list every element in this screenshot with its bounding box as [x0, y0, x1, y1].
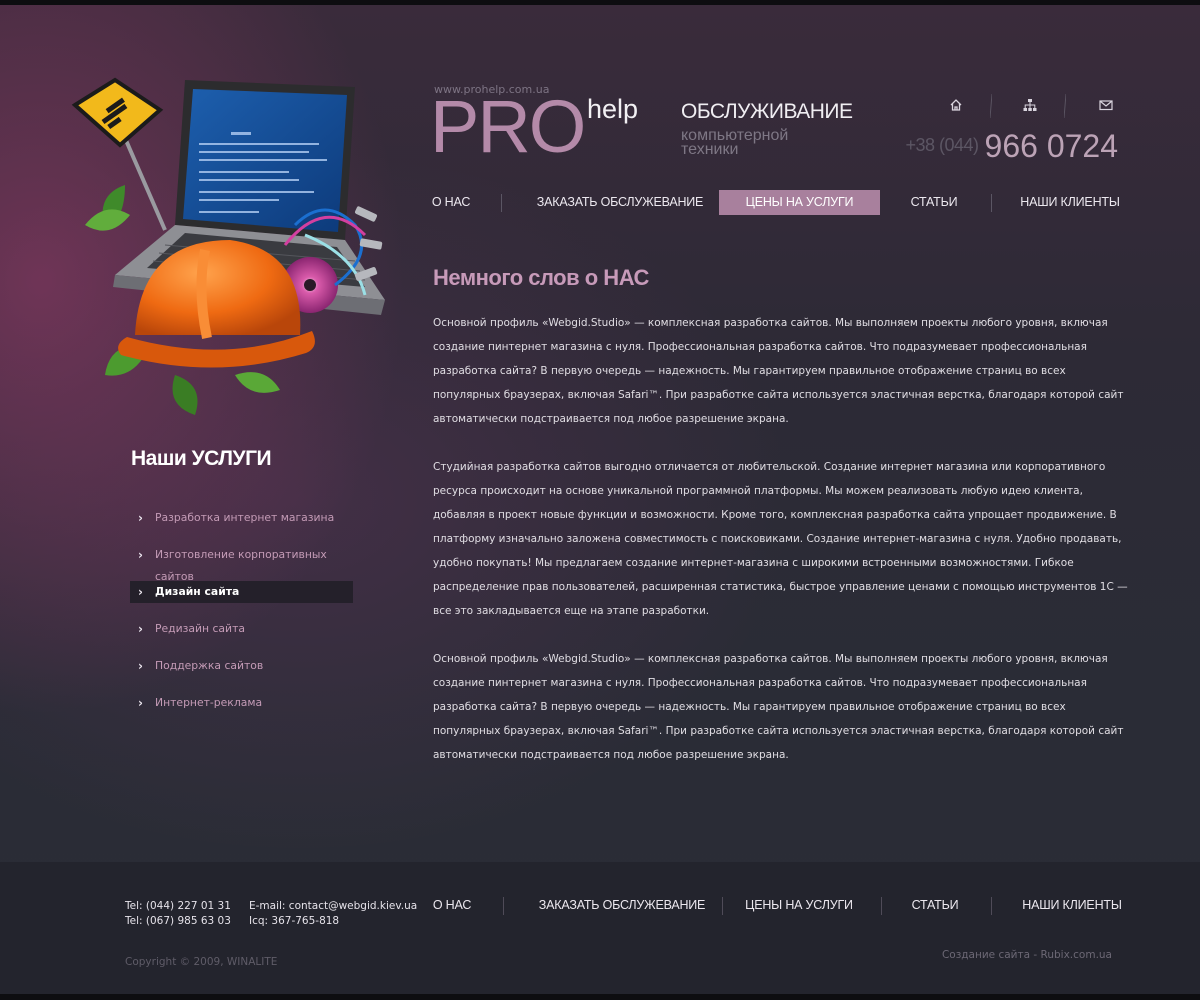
icon-separator [1064, 94, 1066, 118]
footer-nav-about[interactable]: О НАС [420, 894, 484, 916]
chevron-right-icon: › [138, 585, 143, 599]
phone-code: +38 (044) [905, 135, 979, 155]
footer-tel-2: Tel: (067) 985 63 03 [125, 915, 231, 927]
hero-illustration [71, 77, 385, 415]
chevron-right-icon: › [138, 511, 143, 525]
credit-text: Создание сайта - [941, 949, 1038, 961]
nav-item-clients[interactable]: НАШИ КЛИЕНТЫ [1018, 190, 1122, 215]
credit-link[interactable]: Rubix.com.ua [1041, 949, 1112, 961]
content-body: Основной профиль «Webgid.Studio» — компл… [433, 311, 1133, 791]
footer-nav-prices[interactable]: ЦЕНЫ НА УСЛУГИ [744, 894, 854, 916]
header-icons [940, 94, 1120, 118]
logo-pro-text: PRO [430, 85, 586, 168]
service-item-support[interactable]: › Поддержка сайтов [130, 655, 353, 677]
service-item-label: Поддержка сайтов [155, 659, 264, 672]
nav-separator [501, 194, 502, 212]
service-item-advertising[interactable]: › Интернет-реклама [130, 692, 353, 714]
main-nav: О НАС ЗАКАЗАТЬ ОБСЛУЖЕВАНИЕ ЦЕНЫ НА УСЛУ… [420, 190, 1130, 215]
nav-item-order-service[interactable]: ЗАКАЗАТЬ ОБСЛУЖЕВАНИЕ [528, 190, 712, 215]
service-item-label: Разработка интернет магазина [155, 511, 335, 524]
footer-nav-order-service[interactable]: ЗАКАЗАТЬ ОБСЛУЖЕВАНИЕ [530, 894, 714, 916]
nav-separator [991, 194, 992, 212]
footer-nav-separator [503, 897, 504, 915]
phone-number: +38 (044) 966 0724 [905, 128, 1118, 165]
service-item-web-design[interactable]: › Дизайн сайта [130, 581, 353, 603]
footer-phones: Tel: (044) 227 01 31 Tel: (067) 985 63 0… [125, 899, 231, 929]
bottom-border [0, 994, 1200, 1000]
footer-nav-separator [991, 897, 992, 915]
footer-email[interactable]: E-mail: contact@webgid.kiev.ua [249, 899, 417, 914]
top-border [0, 0, 1200, 5]
content-paragraph: Основной профиль «Webgid.Studio» — компл… [433, 317, 1124, 425]
content-paragraph: Основной профиль «Webgid.Studio» — компл… [433, 653, 1124, 761]
footer-nav-separator [722, 897, 723, 915]
footer-tel-1: Tel: (044) 227 01 31 [125, 900, 231, 912]
chevron-right-icon: › [138, 696, 143, 710]
service-item-label: Дизайн сайта [155, 585, 240, 598]
mail-icon[interactable] [1098, 97, 1114, 113]
services-title: Наши УСЛУГИ [131, 447, 272, 470]
copyright: Copyright © 2009, WINALITE [125, 956, 278, 968]
tagline-sub: компьютерной техники [681, 127, 789, 158]
nav-item-prices[interactable]: ЦЕНЫ НА УСЛУГИ [719, 190, 880, 215]
phone-main: 966 0724 [984, 128, 1118, 164]
nav-item-articles[interactable]: СТАТЬИ [904, 190, 964, 215]
service-item-corporate-sites[interactable]: › Изготовление корпоративных сайтов [130, 544, 353, 583]
chevron-right-icon: › [138, 622, 143, 636]
footer-nav: О НАС ЗАКАЗАТЬ ОБСЛУЖЕВАНИЕ ЦЕНЫ НА УСЛУ… [420, 894, 1130, 916]
footer-nav-articles[interactable]: СТАТЬИ [906, 894, 964, 916]
footer-nav-separator [881, 897, 882, 915]
nav-item-about[interactable]: О НАС [420, 190, 482, 215]
service-item-label: Изготовление корпоративных сайтов [155, 548, 327, 583]
footer-icq: Icq: 367-765-818 [249, 915, 340, 927]
service-item-redesign[interactable]: › Редизайн сайта [130, 618, 353, 640]
footer-contacts: E-mail: contact@webgid.kiev.ua Icq: 367-… [249, 899, 417, 929]
service-item-label: Интернет-реклама [155, 696, 263, 709]
tagline-main: ОБСЛУЖИВАНИЕ [681, 100, 853, 123]
service-item-online-store[interactable]: › Разработка интернет магазина [130, 507, 353, 529]
chevron-right-icon: › [138, 659, 143, 673]
services-list: › Разработка интернет магазина › Изготовле… [130, 507, 353, 729]
sitemap-icon[interactable] [1022, 97, 1038, 113]
footer: Tel: (044) 227 01 31 Tel: (067) 985 63 0… [0, 862, 1200, 994]
site-credit: Создание сайта - Rubix.com.ua [942, 949, 1112, 961]
chevron-right-icon: › [138, 548, 143, 562]
home-icon[interactable] [948, 97, 964, 113]
icon-separator [990, 94, 992, 118]
logo-help-text: help [587, 94, 639, 124]
service-item-label: Редизайн сайта [155, 622, 245, 635]
footer-nav-clients[interactable]: НАШИ КЛИЕНТЫ [1020, 894, 1124, 916]
content-paragraph: Студийная разработка сайтов выгодно отли… [433, 461, 1128, 617]
content-title: Немного слов о НАС [433, 265, 649, 290]
